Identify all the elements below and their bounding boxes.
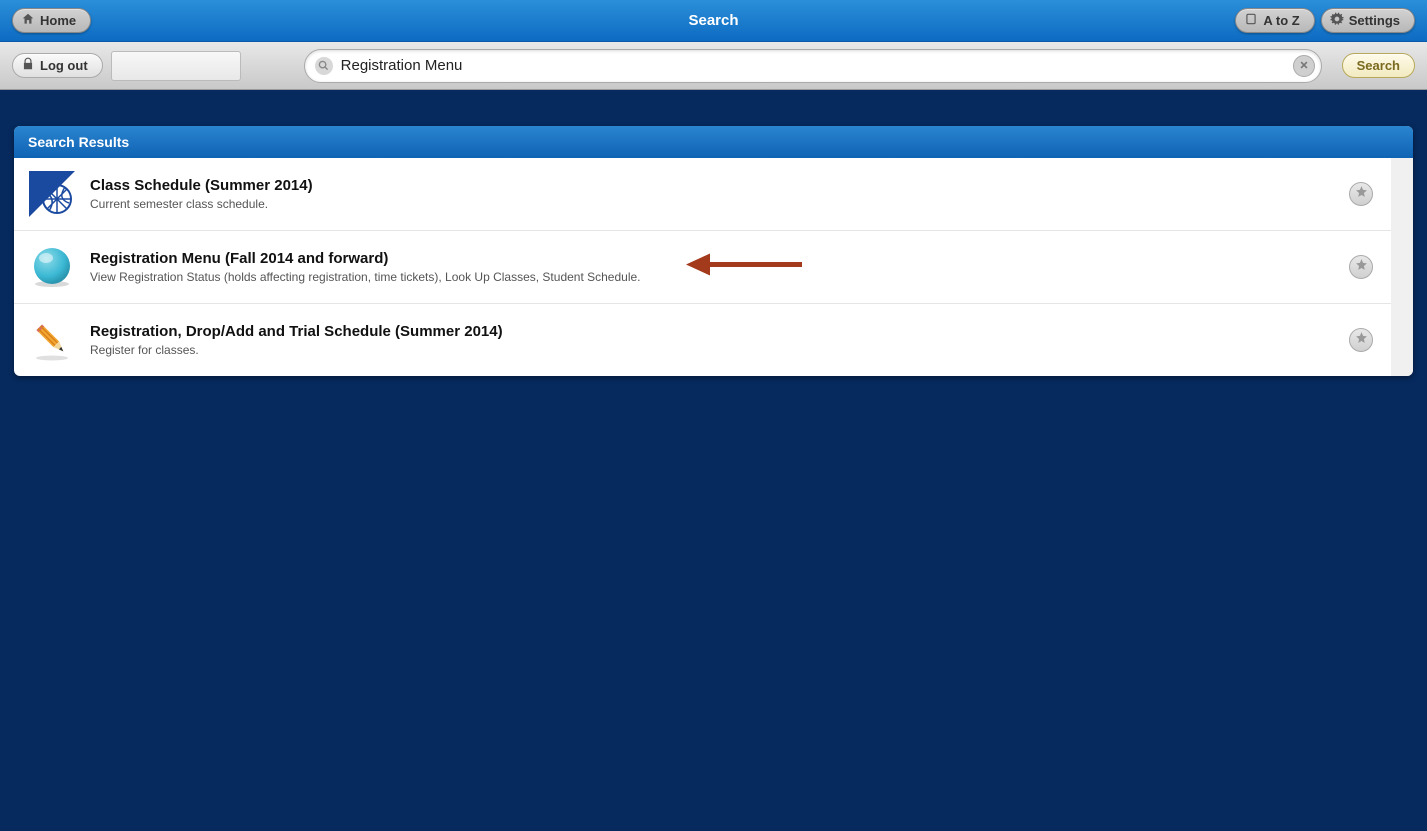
home-button[interactable]: Home: [12, 8, 91, 33]
clear-search-button[interactable]: [1293, 55, 1315, 77]
atoz-button[interactable]: A to Z: [1235, 8, 1314, 33]
top-bar: Home Search A to Z Settings: [0, 0, 1427, 42]
list-icon: [1244, 12, 1258, 29]
schedule-icon: [28, 170, 76, 218]
home-label: Home: [40, 13, 76, 28]
search-icon: [315, 57, 333, 75]
search-result-item[interactable]: Class Schedule (Summer 2014) Current sem…: [14, 158, 1391, 231]
search-results-panel: Search Results: [14, 126, 1413, 376]
search-wrapper: [304, 49, 1322, 83]
settings-label: Settings: [1349, 13, 1400, 28]
result-title: Registration Menu (Fall 2014 and forward…: [90, 250, 1349, 267]
sphere-icon: [28, 243, 76, 291]
favorite-button[interactable]: [1349, 255, 1373, 279]
lock-icon: [21, 57, 35, 74]
star-icon: [1355, 331, 1368, 349]
favorite-button[interactable]: [1349, 182, 1373, 206]
blank-placeholder: [111, 51, 241, 81]
logout-button[interactable]: Log out: [12, 53, 103, 78]
settings-button[interactable]: Settings: [1321, 8, 1415, 33]
home-icon: [21, 12, 35, 29]
result-description: View Registration Status (holds affectin…: [90, 270, 1349, 284]
search-input[interactable]: [341, 57, 1293, 74]
result-body: Registration, Drop/Add and Trial Schedul…: [90, 323, 1349, 357]
results-list: Class Schedule (Summer 2014) Current sem…: [14, 158, 1413, 376]
result-title: Registration, Drop/Add and Trial Schedul…: [90, 323, 1349, 340]
content-area: Search Results: [0, 90, 1427, 390]
logout-label: Log out: [40, 58, 88, 73]
panel-header: Search Results: [14, 126, 1413, 158]
result-body: Registration Menu (Fall 2014 and forward…: [90, 250, 1349, 284]
atoz-label: A to Z: [1263, 13, 1299, 28]
star-icon: [1355, 258, 1368, 276]
search-button-label: Search: [1357, 58, 1400, 73]
secondary-bar: Log out Search: [0, 42, 1427, 90]
close-icon: [1299, 57, 1309, 75]
result-description: Register for classes.: [90, 343, 1349, 357]
search-result-item[interactable]: Registration Menu (Fall 2014 and forward…: [14, 231, 1391, 304]
result-title: Class Schedule (Summer 2014): [90, 177, 1349, 194]
top-right-buttons: A to Z Settings: [1235, 8, 1415, 33]
star-icon: [1355, 185, 1368, 203]
search-result-item[interactable]: Registration, Drop/Add and Trial Schedul…: [14, 304, 1391, 376]
gear-icon: [1330, 12, 1344, 29]
page-title: Search: [688, 12, 738, 29]
result-description: Current semester class schedule.: [90, 197, 1349, 211]
pencil-icon: [28, 316, 76, 364]
result-body: Class Schedule (Summer 2014) Current sem…: [90, 177, 1349, 211]
search-button[interactable]: Search: [1342, 53, 1415, 78]
favorite-button[interactable]: [1349, 328, 1373, 352]
